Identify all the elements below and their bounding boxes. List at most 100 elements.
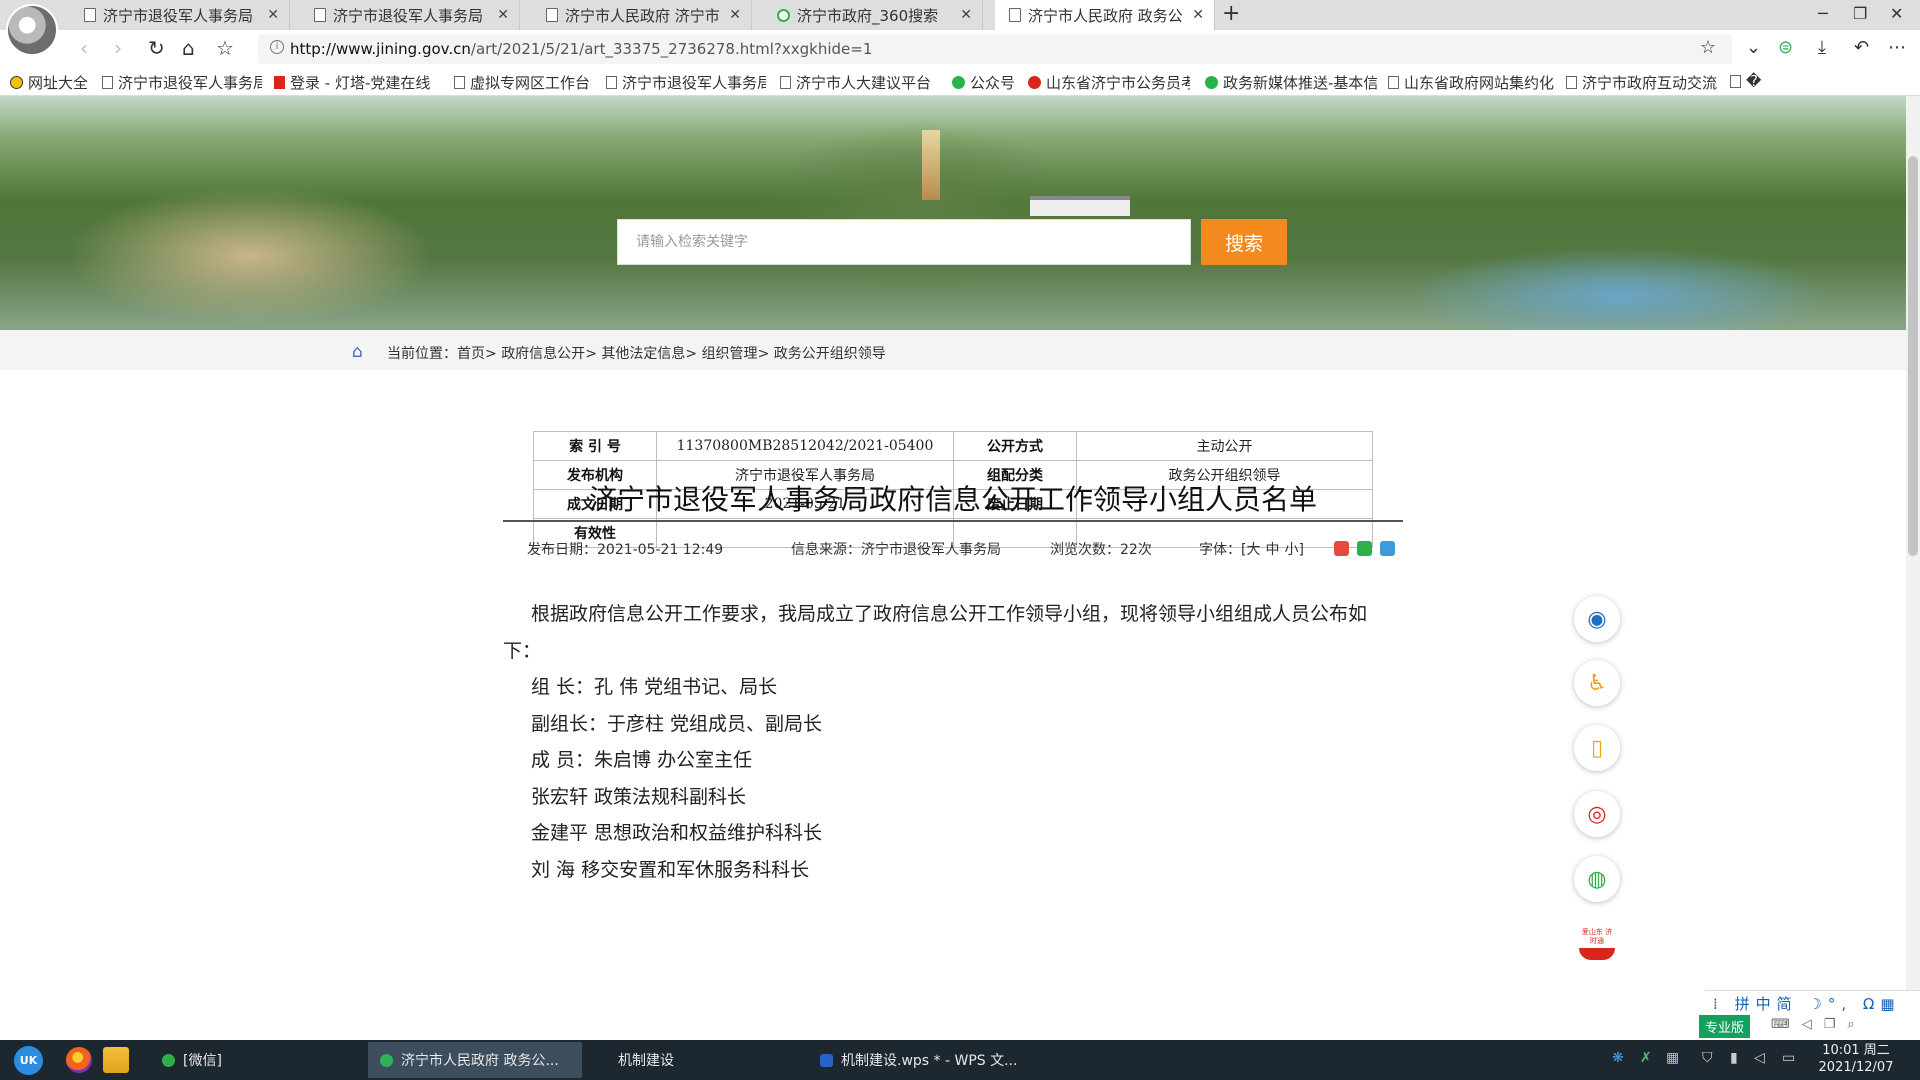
bookmark-item[interactable]: 济宁市人大建议平台 <box>780 72 938 93</box>
ime-voice-icon[interactable]: ⁞ <box>1713 995 1724 1013</box>
omega-icon[interactable]: Ω <box>1863 995 1880 1013</box>
close-icon[interactable]: ✕ <box>729 7 741 23</box>
close-icon[interactable]: ✕ <box>1192 7 1204 23</box>
display-icon[interactable]: ▭ <box>1782 1050 1795 1066</box>
bookmark-star-icon[interactable]: ☆ <box>216 36 234 60</box>
mobile-icon[interactable]: ▯ <box>1574 725 1620 771</box>
weibo-share-icon[interactable] <box>1334 541 1349 556</box>
page-icon <box>1009 8 1021 22</box>
browser-tab-5[interactable]: 济宁市人民政府 政务公 ✕ <box>995 0 1215 30</box>
new-tab-button[interactable]: + <box>1222 1 1240 26</box>
close-window-icon[interactable]: ✕ <box>1890 4 1903 23</box>
close-icon[interactable]: ✕ <box>960 7 972 23</box>
search-icon[interactable]: ⌕ <box>1847 1017 1866 1032</box>
bookmark-item[interactable]: 山东省济宁市公务员考 <box>1028 72 1190 93</box>
tab-title: 济宁市政府_360搜索 <box>797 6 939 25</box>
breadcrumb-current[interactable]: 政务公开组织领导 <box>774 346 886 362</box>
back-icon[interactable]: ‹ <box>80 36 88 60</box>
undo-icon[interactable]: ↶ <box>1854 37 1869 58</box>
taskbar-task-wechat[interactable]: [微信] <box>150 1042 364 1078</box>
browser-tab-3[interactable]: 济宁市人民政府 济宁市 ✕ <box>532 0 752 30</box>
moon-icon[interactable]: ☽ <box>1808 995 1827 1013</box>
bookmark-item[interactable]: 济宁市退役军人事务局 <box>606 72 766 93</box>
firefox-icon[interactable] <box>66 1047 92 1073</box>
breadcrumb-home[interactable]: 首页 <box>457 346 485 362</box>
bookmark-item[interactable]: 山东省政府网站集约化 <box>1388 72 1554 93</box>
eye-care-icon[interactable]: ◉ <box>1574 596 1620 642</box>
bookmark-item[interactable]: 虚拟专网区工作台 <box>454 72 594 93</box>
taskbar-task-wps[interactable]: 机制建设.wps * - WPS 文... <box>808 1042 1022 1078</box>
restore-icon[interactable]: ❐ <box>1853 4 1867 23</box>
wechat-icon[interactable]: ◍ <box>1574 856 1620 902</box>
bookmark-item[interactable]: 登录 - 灯塔-党建在线 <box>274 72 442 93</box>
user-avatar[interactable] <box>6 4 58 56</box>
search-button[interactable]: 搜索 <box>1201 219 1287 265</box>
wechat-share-icon[interactable] <box>1357 541 1372 556</box>
ime-modes[interactable]: ⁞ 拼中简 ☽°, Ω▦ <box>1713 993 1901 1014</box>
breadcrumb-prefix: 当前位置： <box>387 346 457 362</box>
file-manager-icon[interactable] <box>103 1047 129 1073</box>
home-icon[interactable]: ⌂ <box>182 36 195 60</box>
minimize-icon[interactable]: ─ <box>1818 4 1828 23</box>
weibo-icon[interactable]: ◎ <box>1574 791 1620 837</box>
forward-icon[interactable]: › <box>114 36 122 60</box>
taskbar-task-browser[interactable]: 济宁市人民政府 政务公... <box>368 1042 582 1078</box>
grid-icon[interactable]: ▦ <box>1880 995 1900 1013</box>
ime-tools[interactable]: ⌨◁❐⌕ <box>1771 1017 1867 1032</box>
breadcrumb-org[interactable]: 组织管理 <box>702 346 758 362</box>
bookmark-item[interactable]: 济宁市政府互动交流 <box>1566 72 1722 93</box>
home-icon[interactable]: ⌂ <box>352 342 363 362</box>
shield-icon[interactable]: ⛉ <box>1702 1050 1713 1066</box>
breadcrumb-sep: > <box>585 346 597 362</box>
speaker-icon[interactable]: ◁ <box>1802 1017 1824 1032</box>
view-count: 浏览次数：22次 <box>1050 542 1152 558</box>
bookmark-item[interactable]: 公众号 <box>952 72 1022 93</box>
shandong-app-icon[interactable]: 爱山东 济时通 <box>1574 921 1620 967</box>
accessibility-icon[interactable]: ♿ <box>1574 660 1620 706</box>
window-icon[interactable]: ❐ <box>1824 1017 1848 1032</box>
close-icon[interactable]: ✕ <box>497 7 509 23</box>
windows-tray-icon[interactable]: ▦ <box>1666 1050 1679 1066</box>
bookmark-item[interactable]: � <box>1730 72 1764 90</box>
start-button[interactable]: UK <box>14 1046 43 1075</box>
browser-tab-4[interactable]: 济宁市政府_360搜索 ✕ <box>763 0 983 30</box>
page-scrollbar[interactable] <box>1906 96 1920 1016</box>
member-line: 组 长：孔 伟 党组书记、局长 <box>531 676 778 698</box>
keyboard-icon[interactable]: ⌨ <box>1771 1017 1802 1032</box>
font-medium-link[interactable]: 中 <box>1265 542 1279 558</box>
browser-tab-1[interactable]: 济宁市退役军人事务局 ✕ <box>70 0 290 30</box>
breadcrumb-info-public[interactable]: 政府信息公开 <box>501 346 585 362</box>
search-input[interactable] <box>617 219 1191 265</box>
bookmark-item[interactable]: 济宁市退役军人事务局 <box>102 72 262 93</box>
menu-icon[interactable]: ⋯ <box>1888 37 1906 58</box>
extension-icon[interactable]: ⊜ <box>1778 37 1793 58</box>
font-large-link[interactable]: 大 <box>1246 542 1260 558</box>
volume-icon[interactable]: ◁ <box>1754 1050 1765 1066</box>
url-text[interactable]: http://www.jining.gov.cn/art/2021/5/21/a… <box>290 40 872 58</box>
punctuation-icon[interactable]: °, <box>1828 995 1852 1013</box>
address-bar[interactable]: i http://www.jining.gov.cn/art/2021/5/21… <box>258 34 1732 64</box>
taskbar-task-folder[interactable]: 机制建设 <box>590 1042 804 1078</box>
page-icon <box>314 8 326 22</box>
browser-icon <box>380 1053 393 1067</box>
qzone-share-icon[interactable] <box>1380 541 1395 556</box>
member-line: 金建平 思想政治和权益维护科科长 <box>531 822 823 844</box>
font-small-link[interactable]: 小 <box>1284 542 1298 558</box>
bookmark-item[interactable]: 政务新媒体推送-基本信 <box>1205 72 1377 93</box>
network-tray-icon[interactable]: ❋ <box>1612 1050 1624 1066</box>
download-icon[interactable]: ⤓ <box>1818 37 1826 58</box>
browser-tab-2[interactable]: 济宁市退役军人事务局 ✕ <box>300 0 520 30</box>
party-emblem-icon <box>1028 76 1041 89</box>
app-tray-icon[interactable]: ✗ <box>1640 1050 1652 1066</box>
bookmark-item[interactable]: 网址大全 <box>10 72 92 93</box>
breadcrumb-sep: > <box>485 346 497 362</box>
battery-icon[interactable]: ▮ <box>1730 1050 1738 1066</box>
close-icon[interactable]: ✕ <box>267 7 279 23</box>
reload-icon[interactable]: ↻ <box>148 36 165 60</box>
site-info-icon[interactable]: i <box>270 40 284 54</box>
chevron-down-icon[interactable]: ⌄ <box>1746 37 1761 58</box>
scrollbar-thumb[interactable] <box>1908 156 1918 556</box>
favorite-star-icon[interactable]: ☆ <box>1700 37 1716 58</box>
clock[interactable]: 10:01 周二 2021/12/07 <box>1816 1042 1896 1076</box>
breadcrumb-other-info[interactable]: 其他法定信息 <box>601 346 685 362</box>
